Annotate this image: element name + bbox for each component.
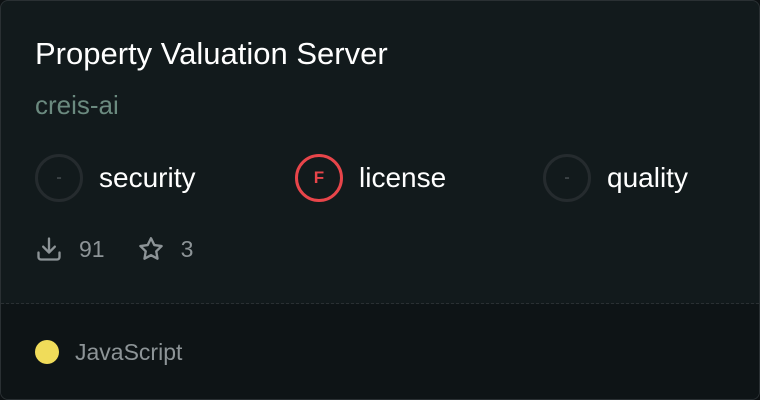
quality-score[interactable]: - quality <box>543 154 688 202</box>
language-color-dot <box>35 340 59 364</box>
security-score[interactable]: - security <box>35 154 195 202</box>
stats-row: 91 3 <box>35 233 193 265</box>
security-grade-badge: - <box>35 154 83 202</box>
license-label: license <box>359 162 447 193</box>
language-info: JavaScript <box>35 337 182 367</box>
quality-label: quality <box>607 162 688 193</box>
download-count: 91 <box>79 235 105 262</box>
server-title[interactable]: Property Valuation Server <box>35 35 388 73</box>
license-grade-badge: F <box>295 154 343 202</box>
star-count: 3 <box>180 235 194 262</box>
language-name: JavaScript <box>75 338 183 365</box>
download-icon <box>35 235 63 263</box>
quality-grade-badge: - <box>543 154 591 202</box>
security-label: security <box>99 162 196 193</box>
author-link[interactable]: creis-ai <box>35 89 119 121</box>
license-score[interactable]: F license <box>295 154 446 202</box>
star-icon <box>137 235 165 263</box>
server-card[interactable]: Property Valuation Server creis-ai - sec… <box>0 0 760 400</box>
